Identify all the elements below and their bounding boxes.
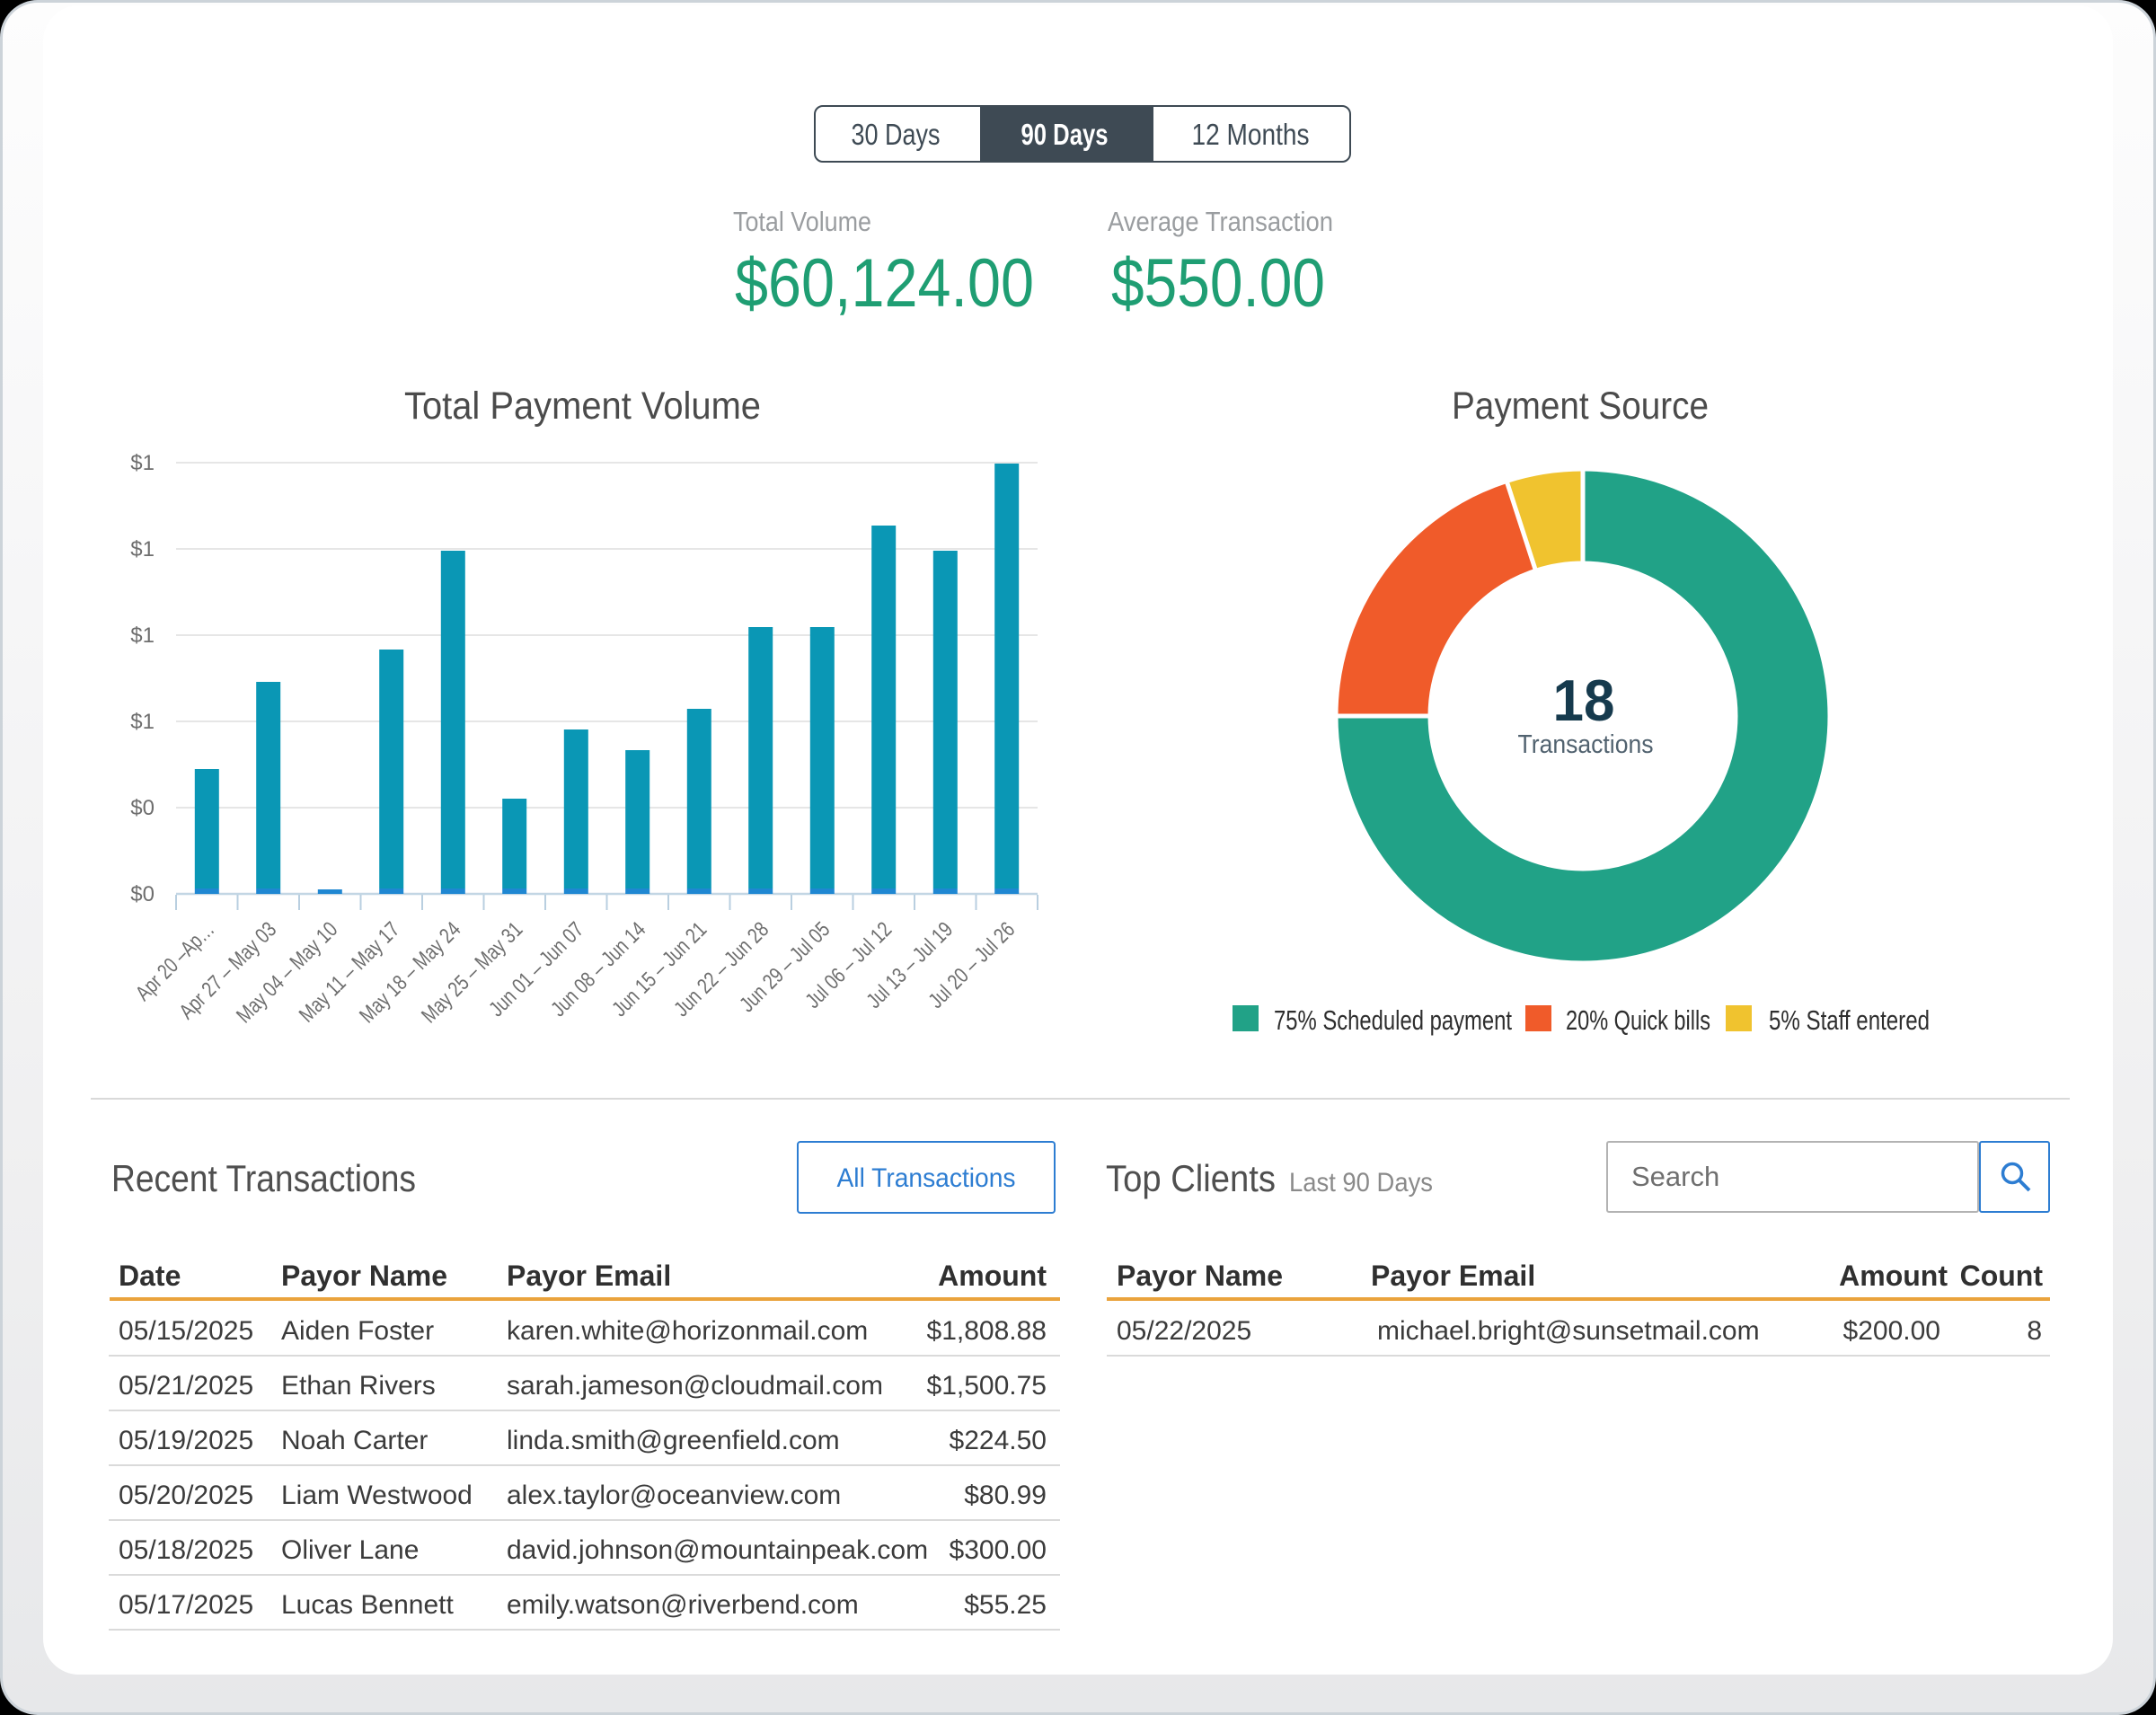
svg-text:Last 90 Days: Last 90 Days: [1289, 1168, 1433, 1198]
svg-text:$1: $1: [130, 451, 155, 475]
svg-text:Average Transaction: Average Transaction: [1108, 206, 1333, 237]
svg-text:12 Months: 12 Months: [1192, 118, 1310, 151]
svg-text:$1: $1: [130, 710, 155, 734]
svg-text:90 Days: 90 Days: [1021, 118, 1109, 151]
svg-text:$60,124.00: $60,124.00: [735, 245, 1034, 322]
svg-text:30 Days: 30 Days: [852, 118, 941, 151]
svg-text:Total Volume: Total Volume: [733, 206, 871, 237]
svg-text:$550.00: $550.00: [1111, 245, 1325, 322]
svg-text:Payment Source: Payment Source: [1452, 385, 1709, 428]
svg-text:Total Payment Volume: Total Payment Volume: [404, 385, 761, 428]
svg-text:$1: $1: [130, 537, 155, 561]
svg-text:$0: $0: [130, 796, 155, 820]
svg-text:Recent Transactions: Recent Transactions: [111, 1157, 416, 1199]
svg-text:20% Quick bills: 20% Quick bills: [1566, 1004, 1710, 1036]
svg-text:$1: $1: [130, 623, 155, 648]
svg-text:$0: $0: [130, 882, 155, 906]
svg-text:Transactions: Transactions: [1518, 730, 1654, 759]
svg-text:5% Staff entered: 5% Staff entered: [1769, 1004, 1930, 1036]
svg-text:75% Scheduled payment: 75% Scheduled payment: [1274, 1004, 1512, 1036]
svg-text:18: 18: [1553, 667, 1615, 733]
svg-text:Top Clients: Top Clients: [1106, 1157, 1276, 1199]
